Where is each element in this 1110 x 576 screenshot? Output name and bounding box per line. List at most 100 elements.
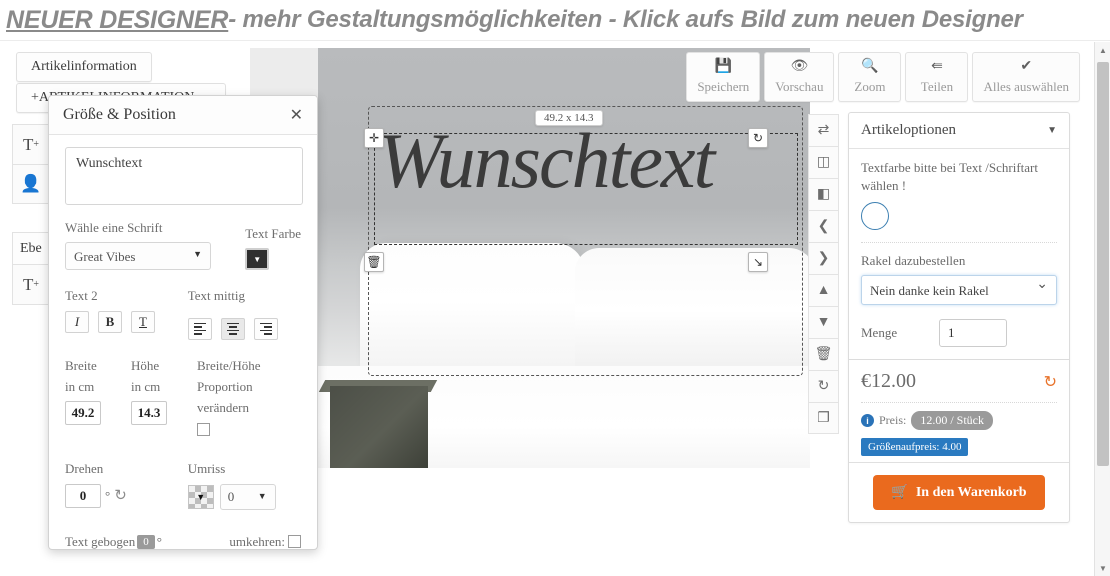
save-button[interactable]: 💾 Speichern [686, 52, 761, 102]
article-options-body: Textfarbe bitte bei Text /Schriftart wäh… [849, 149, 1069, 359]
rotate-input[interactable] [65, 483, 101, 508]
arrow-up-icon[interactable]: ▲ [808, 274, 839, 306]
align-label: Text mittig [187, 288, 245, 303]
underline-button[interactable]: T [131, 311, 155, 333]
arrow-left-icon[interactable]: ❮ [808, 210, 839, 242]
swap-icon[interactable]: ⇄ [808, 114, 839, 146]
font-select[interactable]: Great Vibes [65, 242, 211, 270]
top-toolbar: 💾 Speichern 👁 Vorschau 🔍 Zoom ⇚ Teilen ✔… [682, 52, 1080, 102]
arrow-down-icon[interactable]: ▼ [808, 306, 839, 338]
scrollbar-thumb[interactable] [1097, 62, 1109, 466]
add-text-icon[interactable]: T + [12, 124, 50, 164]
magnifier-icon: 🔍 [861, 58, 879, 74]
bold-button[interactable]: B [98, 311, 122, 333]
check-icon: ✔ [1020, 58, 1033, 74]
proportion-checkbox[interactable] [197, 422, 210, 436]
save-label: Speichern [697, 78, 750, 94]
promo-banner-lead: NEUER DESIGNER [6, 5, 229, 34]
align-right-icon [259, 322, 272, 335]
align-left-icon[interactable]: ◧ [808, 178, 839, 210]
chevron-down-icon[interactable]: ▼ [1047, 125, 1057, 136]
text2-label: Text 2 [65, 288, 98, 303]
outline-select-wrap: 0 [219, 483, 276, 510]
add-text-icon-2[interactable]: T + [12, 265, 50, 305]
curve-value-badge: 0 [137, 534, 155, 549]
italic-button[interactable]: I [65, 311, 89, 333]
text-color-note: Textfarbe bitte bei Text /Schriftart wäh… [861, 160, 1038, 193]
align-center-button[interactable] [220, 317, 245, 340]
align-right-button[interactable] [253, 317, 278, 340]
quantity-row: Menge [861, 319, 1057, 348]
promo-banner-rest: - mehr Gestaltungsmöglichkeiten - Klick … [228, 6, 1023, 33]
size-surcharge-badge: Größenaufpreis: 4.00 [861, 438, 969, 457]
tab-artikelinformation[interactable]: Artikelinformation [16, 52, 152, 82]
left-tool-rail: T + 👤 [12, 124, 50, 204]
delete-handle-icon[interactable]: 🗑 [364, 252, 384, 272]
object-tools-column: ⇄ ◫ ◧ ❮ ❯ ▲ ▼ 🗑 ↻ ❐ [808, 114, 839, 434]
design-canvas[interactable]: Wunschtext 49.2 x 14.3 ✛ ↻ 🗑 ↘ Front [250, 48, 810, 518]
article-options-header[interactable]: Artikeloptionen ▼ [849, 113, 1069, 149]
total-price: €12.00 [861, 370, 916, 393]
height-unit: in cm [131, 378, 161, 394]
person-icon[interactable]: 👤 [12, 164, 50, 204]
curve-degree: ° [156, 533, 162, 549]
scroll-up-icon[interactable]: ▲ [1095, 42, 1110, 58]
proportion-label-3: verändern [197, 399, 249, 415]
rotate-handle-icon[interactable]: ↻ [748, 128, 768, 148]
cart-icon: 🛒 [891, 485, 909, 501]
article-options-panel: Artikeloptionen ▼ Textfarbe bitte bei Te… [848, 112, 1070, 524]
invert-checkbox[interactable] [288, 535, 301, 548]
width-input[interactable] [65, 400, 101, 425]
refresh-icon[interactable]: ↻ [808, 370, 839, 402]
share-button[interactable]: ⇚ Teilen [905, 52, 969, 102]
close-icon[interactable]: ✕ [290, 105, 303, 125]
proportion-label-1: Breite/Höhe [197, 357, 261, 373]
promo-banner[interactable]: NEUER DESIGNER - mehr Gestaltungsmöglich… [0, 0, 1110, 40]
outline-label: Umriss [187, 460, 226, 476]
price-info-label: Preis: [879, 413, 907, 428]
font-label: Wähle eine Schrift [65, 220, 163, 235]
rakel-select-wrap: Nein danke kein Rakel [861, 275, 1057, 306]
rotate-degree: ° [105, 487, 111, 503]
text-color-label: Text Farbe [245, 226, 301, 241]
outline-width-select[interactable]: 0 [219, 483, 276, 510]
info-icon: i [861, 414, 874, 428]
scroll-down-icon[interactable]: ▼ [1095, 560, 1110, 576]
canvas-art-text[interactable]: Wunschtext [378, 120, 798, 202]
align-left-button[interactable] [187, 317, 212, 340]
price-section: €12.00 ↻ i Preis: 12.00 / Stück Größenau… [849, 359, 1069, 462]
align-top-icon[interactable]: ◫ [808, 146, 839, 178]
height-input[interactable] [131, 400, 167, 425]
align-left-icon [193, 322, 206, 335]
width-unit: in cm [65, 378, 95, 394]
rakel-select[interactable]: Nein danke kein Rakel [861, 275, 1057, 306]
select-all-button[interactable]: ✔ Alles auswählen [972, 52, 1080, 102]
quantity-input[interactable] [939, 319, 1007, 348]
text-input-textarea[interactable] [65, 147, 303, 205]
move-handle-icon[interactable]: ✛ [364, 128, 384, 148]
price-refresh-icon[interactable]: ↻ [1044, 372, 1057, 392]
quantity-label: Menge [861, 325, 898, 341]
add-to-cart-button[interactable]: 🛒 In den Warenkorb [873, 475, 1045, 511]
copy-icon[interactable]: ❐ [808, 402, 839, 434]
outline-color-swatch[interactable]: ▼ [187, 484, 214, 509]
resize-handle-icon[interactable]: ↘ [748, 252, 768, 272]
add-to-cart-label: In den Warenkorb [915, 484, 1027, 500]
arrow-right-icon[interactable]: ❯ [808, 242, 839, 274]
rotate-reset-icon[interactable]: ↻ [114, 486, 127, 505]
price-divider [861, 402, 1057, 404]
dialog-header: Größe & Position ✕ [49, 96, 317, 135]
rakel-label: Rakel dazubestellen [861, 253, 966, 269]
price-row: €12.00 ↻ [861, 370, 1057, 393]
zoom-button[interactable]: 🔍 Zoom [838, 52, 902, 102]
dialog-body: Wähle eine Schrift Great Vibes Text Farb… [49, 135, 317, 549]
header-divider [0, 40, 1110, 41]
text-color-swatch[interactable]: ▼ [245, 248, 270, 270]
trash-icon[interactable]: 🗑 [808, 338, 839, 370]
width-label: Breite [65, 357, 97, 373]
align-center-icon [226, 322, 239, 335]
designer-app: NEUER DESIGNER - mehr Gestaltungsmöglich… [0, 0, 1110, 576]
preview-button[interactable]: 👁 Vorschau [764, 52, 835, 102]
page-scrollbar[interactable]: ▲ ▼ [1094, 42, 1110, 576]
color-swatch-circle[interactable] [861, 202, 889, 231]
